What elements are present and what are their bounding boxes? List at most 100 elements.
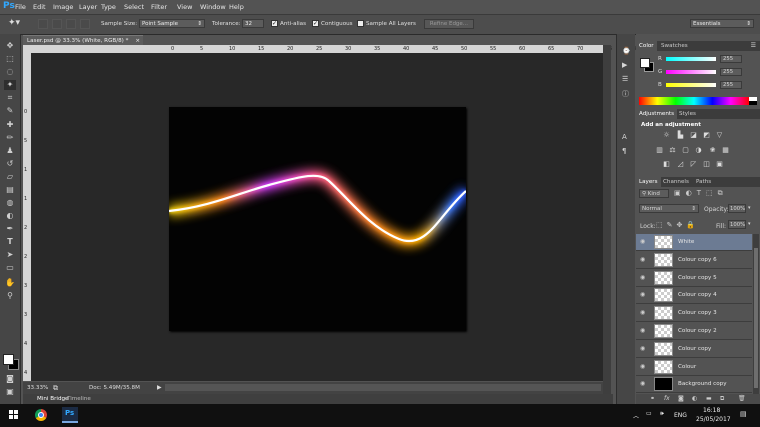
channel-slider[interactable] (666, 83, 716, 87)
spectrum-white-black[interactable] (749, 97, 757, 105)
color-panel-foreground-swatch[interactable] (640, 58, 650, 68)
chrome-taskbar-icon[interactable] (35, 409, 47, 421)
layer-mask-icon[interactable]: ◙ (678, 395, 684, 402)
menu-select[interactable]: Select (124, 3, 144, 11)
channel-value-input[interactable]: 255 (720, 55, 742, 63)
tab-timeline[interactable]: Timeline (67, 396, 91, 402)
tab-channels[interactable]: Channels (660, 177, 692, 187)
history-brush-tool-icon[interactable]: ↺ (4, 159, 16, 169)
tab-paths[interactable]: Paths (693, 177, 714, 187)
new-selection-icon[interactable] (38, 19, 48, 29)
anti-alias-checkbox[interactable]: ✓ (271, 20, 278, 27)
lock-icons[interactable]: ⬚✎✥🔒 (656, 221, 699, 229)
exposure-icon[interactable]: ◩ (702, 131, 711, 139)
selective-color-icon[interactable]: ◫ (702, 160, 711, 168)
tolerance-input[interactable]: 32 (242, 19, 264, 28)
photoshop-taskbar-icon[interactable]: Ps (62, 407, 78, 423)
adjustment-layer-icon[interactable]: ◐ (692, 395, 697, 402)
canvas-vertical-scrollbar[interactable] (603, 45, 611, 394)
canvas-horizontal-scrollbar[interactable] (165, 384, 601, 391)
menu-image[interactable]: Image (53, 3, 73, 11)
lasso-tool-icon[interactable]: ◌ (4, 67, 16, 77)
sample-all-layers-checkbox[interactable] (357, 20, 364, 27)
levels-icon[interactable]: ▙ (676, 131, 685, 139)
clock-time[interactable]: 16:18 (703, 407, 720, 414)
visibility-eye-icon[interactable]: ◉ (640, 380, 645, 387)
panel-menu-icon[interactable]: ☰ (751, 42, 756, 49)
channel-mixer-icon[interactable]: ▦ (721, 146, 730, 154)
actions-panel-icon[interactable]: ▶ (622, 61, 627, 69)
layer-row[interactable]: ◉ Colour copy 2 (636, 323, 752, 340)
pen-tool-icon[interactable]: ✒ (4, 224, 16, 234)
screen-mode-icon[interactable]: ▣ (4, 387, 16, 397)
opacity-slider-arrow-icon[interactable]: ▾ (748, 205, 751, 211)
healing-brush-tool-icon[interactable]: ✚ (4, 120, 16, 130)
crop-tool-icon[interactable]: ⌗ (4, 93, 16, 103)
layer-row[interactable]: ◉ Colour copy 6 (636, 252, 752, 269)
layer-kind-filter[interactable]: ⚲ Kind (639, 189, 669, 198)
visibility-eye-icon[interactable]: ◉ (640, 363, 645, 370)
tab-styles[interactable]: Styles (676, 109, 699, 119)
menu-type[interactable]: Type (101, 3, 116, 11)
tab-color[interactable]: Color (636, 41, 657, 51)
paragraph-panel-icon[interactable]: ¶ (622, 147, 626, 155)
layers-scrollbar-thumb[interactable] (754, 248, 758, 388)
quick-mask-icon[interactable]: ◙ (4, 374, 16, 384)
tab-mini-bridge[interactable]: Mini Bridge (37, 396, 69, 402)
vertical-ruler[interactable]: 0 5 1 1 2 2 3 3 4 4 (23, 53, 31, 381)
tray-overflow-icon[interactable]: ︿ (633, 411, 639, 420)
menu-layer[interactable]: Layer (79, 3, 97, 11)
layer-row[interactable]: ◉ White (636, 234, 752, 251)
info-panel-icon[interactable]: ⓘ (622, 89, 629, 99)
action-center-icon[interactable]: ▤ (740, 410, 747, 418)
magic-wand-tool-icon[interactable]: ✦ (4, 80, 16, 90)
new-layer-icon[interactable]: ⧉ (720, 395, 724, 403)
share-icon[interactable]: ⧉ (53, 384, 58, 393)
visibility-eye-icon[interactable]: ◉ (640, 345, 645, 352)
intersect-selection-icon[interactable] (80, 19, 90, 29)
menu-filter[interactable]: Filter (151, 3, 167, 11)
channel-slider[interactable] (666, 57, 716, 61)
blend-mode-select[interactable]: Normal ⇕ (639, 204, 699, 213)
status-menu-arrow-icon[interactable]: ▶ (157, 384, 162, 391)
layer-row[interactable]: ◉ Colour copy (636, 341, 752, 358)
menu-view[interactable]: View (177, 3, 192, 11)
marquee-tool-icon[interactable]: ⬚ (4, 54, 16, 64)
black-white-icon[interactable]: ◑ (694, 146, 703, 154)
menu-file[interactable]: File (15, 3, 26, 11)
clone-stamp-tool-icon[interactable]: ♟ (4, 146, 16, 156)
windows-start-icon[interactable] (9, 410, 19, 420)
threshold-icon[interactable]: ◸ (689, 160, 698, 168)
channel-slider[interactable] (666, 70, 716, 74)
hand-tool-icon[interactable]: ✋ (4, 278, 16, 288)
layer-row[interactable]: ◉ Background copy (636, 376, 752, 394)
channel-value-input[interactable]: 255 (720, 68, 742, 76)
layer-row[interactable]: ◉ Colour copy 4 (636, 287, 752, 305)
tab-swatches[interactable]: Swatches (658, 41, 691, 51)
tab-adjustments[interactable]: Adjustments (636, 109, 678, 119)
contiguous-checkbox[interactable]: ✓ (312, 20, 319, 27)
history-panel-icon[interactable]: ⌚ (622, 47, 631, 55)
character-panel-icon[interactable]: A (622, 133, 627, 141)
eyedropper-tool-icon[interactable]: ✎ (4, 106, 16, 116)
new-group-icon[interactable]: ▬ (706, 395, 712, 402)
visibility-eye-icon[interactable]: ◉ (640, 327, 645, 334)
fill-input[interactable]: 100% (728, 220, 746, 229)
color-spectrum-bar[interactable] (639, 97, 749, 105)
tab-layers[interactable]: Layers (636, 177, 661, 187)
network-icon[interactable]: ▭ (646, 410, 652, 417)
move-tool-icon[interactable]: ✥ (4, 41, 16, 51)
path-selection-tool-icon[interactable]: ➤ (4, 250, 16, 260)
visibility-eye-icon[interactable]: ◉ (640, 291, 645, 298)
brush-tool-icon[interactable]: ✏ (4, 133, 16, 143)
hue-saturation-icon[interactable]: ⚖ (668, 146, 677, 154)
curves-icon[interactable]: ◪ (689, 131, 698, 139)
visibility-eye-icon[interactable]: ◉ (640, 238, 645, 245)
rectangle-tool-icon[interactable]: ▭ (4, 263, 16, 273)
type-tool-icon[interactable]: T (4, 237, 16, 247)
visibility-eye-icon[interactable]: ◉ (640, 309, 645, 316)
clock-date[interactable]: 25/05/2017 (696, 416, 731, 423)
refine-edge-button[interactable]: Refine Edge... (424, 19, 474, 29)
photo-filter-icon[interactable]: ❀ (708, 146, 717, 154)
layer-filter-icons[interactable]: ▣◐T⬚⧉ (674, 189, 728, 198)
